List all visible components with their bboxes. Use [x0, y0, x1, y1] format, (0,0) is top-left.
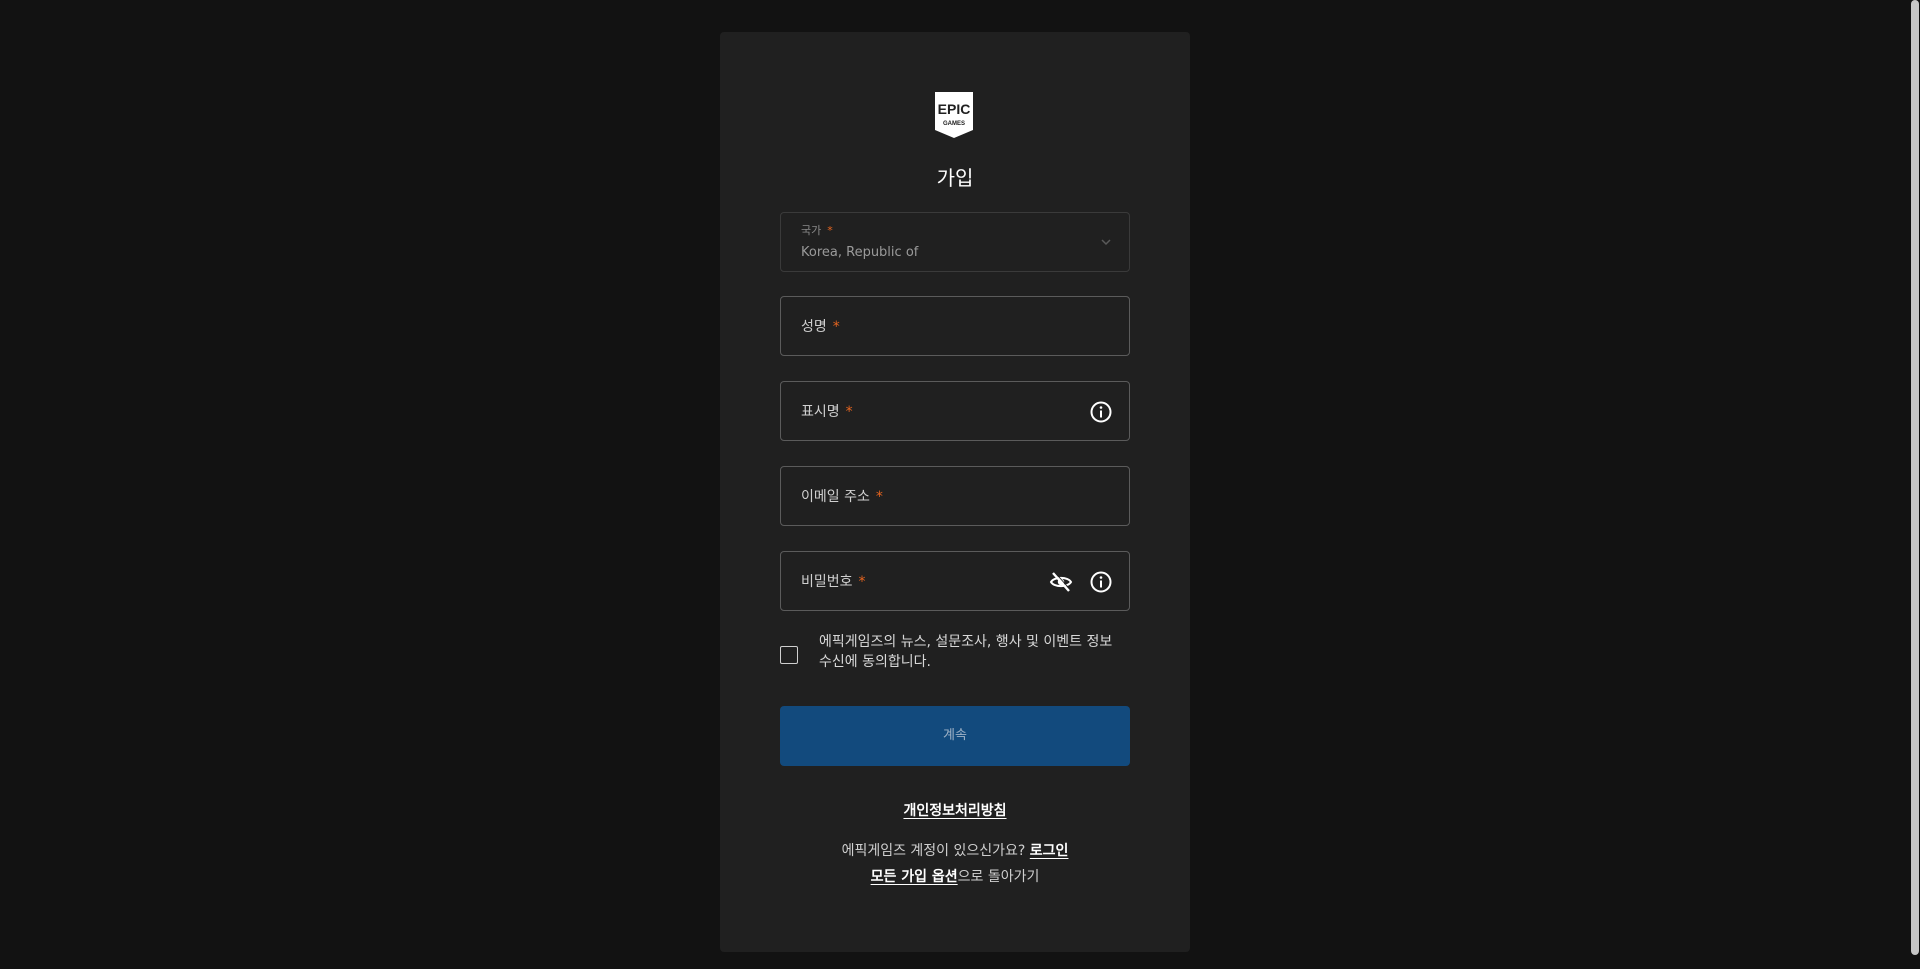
logo-text-epic: EPIC	[938, 101, 971, 117]
required-mark: *	[827, 224, 833, 237]
info-icon[interactable]	[1089, 570, 1113, 594]
required-mark: *	[875, 489, 883, 505]
info-icon[interactable]	[1089, 400, 1113, 424]
privacy-policy-link[interactable]: 개인정보처리방침	[903, 803, 1006, 819]
full-name-field[interactable]: 성명 *	[780, 296, 1130, 356]
scrollbar-thumb[interactable]	[1911, 0, 1919, 955]
login-prompt: 에픽게임즈 계정이 있으신가요? 로그인	[720, 840, 1190, 860]
required-mark: *	[845, 404, 853, 420]
eye-off-icon[interactable]	[1049, 570, 1073, 594]
password-label: 비밀번호 *	[801, 574, 866, 590]
email-field[interactable]: 이메일 주소 *	[780, 466, 1130, 526]
marketing-consent-checkbox[interactable]	[780, 646, 798, 664]
display-name-field[interactable]: 표시명 *	[780, 381, 1130, 441]
signup-page: EPIC GAMES 가입 국가 * Korea, Republic of 성명 *…	[0, 0, 1920, 969]
epic-games-logo: EPIC GAMES	[935, 92, 973, 138]
back-to-options: 모든 가입 옵션으로 돌아가기	[720, 866, 1190, 886]
required-mark: *	[858, 574, 866, 590]
signup-card: EPIC GAMES 가입 국가 * Korea, Republic of 성명 *…	[720, 32, 1190, 952]
have-account-text: 에픽게임즈 계정이 있으신가요?	[841, 843, 1026, 859]
logo-text-games: GAMES	[943, 121, 965, 127]
back-suffix-text: 으로 돌아가기	[957, 869, 1040, 885]
full-name-label: 성명 *	[801, 319, 840, 335]
marketing-consent-row: 에픽게임즈의 뉴스, 설문조사, 행사 및 이벤트 정보 수신에 동의합니다.	[780, 632, 1130, 676]
all-signup-options-link[interactable]: 모든 가입 옵션	[871, 869, 958, 885]
display-name-label: 표시명 *	[801, 404, 853, 420]
login-link[interactable]: 로그인	[1030, 843, 1069, 859]
required-mark: *	[832, 319, 840, 335]
chevron-down-icon	[1101, 239, 1111, 246]
page-title: 가입	[936, 166, 974, 190]
marketing-consent-label: 에픽게임즈의 뉴스, 설문조사, 행사 및 이벤트 정보 수신에 동의합니다.	[819, 634, 1113, 670]
privacy-policy-row: 개인정보처리방침	[720, 800, 1190, 820]
page-scrollbar[interactable]	[1910, 0, 1920, 969]
country-label: 국가 *	[801, 224, 833, 237]
country-select[interactable]: 국가 * Korea, Republic of	[780, 212, 1130, 272]
email-label: 이메일 주소 *	[801, 489, 883, 505]
country-value: Korea, Republic of	[801, 245, 919, 260]
password-field[interactable]: 비밀번호 *	[780, 551, 1130, 611]
continue-button[interactable]: 계속	[780, 706, 1130, 766]
